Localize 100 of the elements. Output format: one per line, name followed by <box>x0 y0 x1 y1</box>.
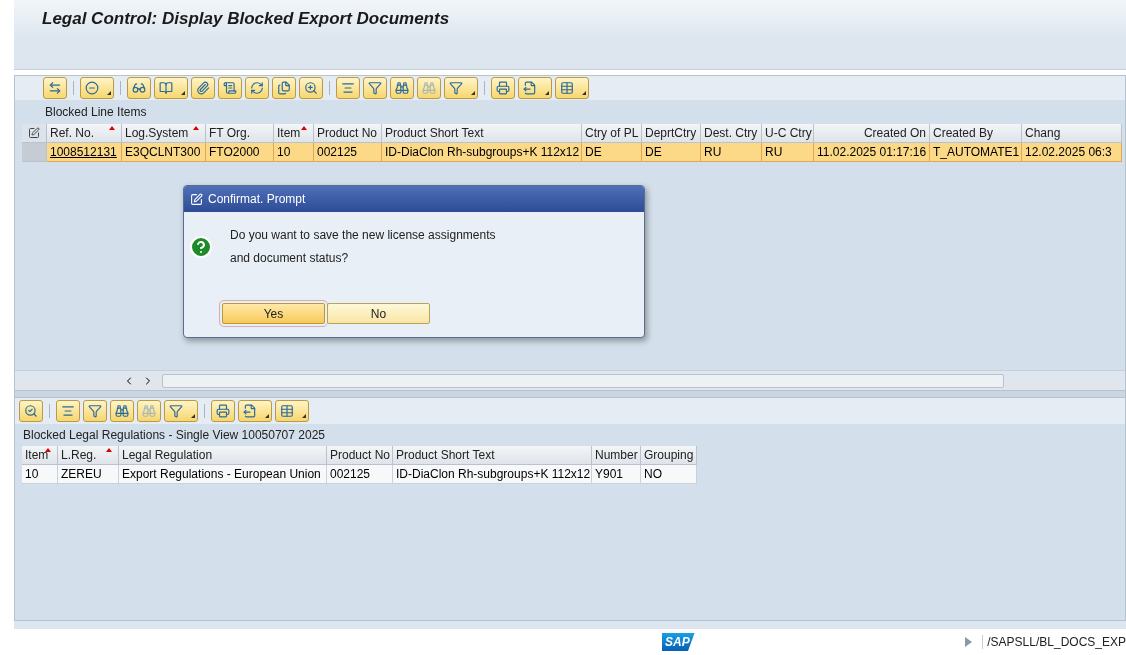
table-cell: 11.02.2025 01:17:16 <box>814 143 930 162</box>
column-header[interactable]: Product Short Text <box>393 446 592 465</box>
toolbar-button[interactable] <box>363 77 387 99</box>
reference-link[interactable]: 1008512131 <box>47 143 122 162</box>
refresh-icon <box>250 81 264 95</box>
scroll-icon <box>223 81 237 95</box>
toolbar-button[interactable] <box>154 77 188 99</box>
column-header[interactable]: Ctry of PL <box>582 124 642 143</box>
toolbar-button[interactable] <box>211 400 235 422</box>
toolbar-button[interactable] <box>127 77 151 99</box>
select-all-button[interactable] <box>22 124 47 143</box>
column-header[interactable]: Legal Regulation <box>119 446 327 465</box>
scrollbar-thumb[interactable] <box>162 373 1004 388</box>
table-cell: ZEREU <box>58 465 119 484</box>
toolbar-button[interactable] <box>80 77 114 99</box>
column-header[interactable]: FT Org. <box>206 124 274 143</box>
zoom-icon <box>304 81 318 95</box>
column-header[interactable]: Grouping <box>641 446 697 465</box>
table-cell: Y901 <box>592 465 641 484</box>
column-header[interactable]: Created By <box>930 124 1022 143</box>
layout-grid-icon <box>560 81 574 95</box>
column-header[interactable]: Number <box>592 446 641 465</box>
toolbar-button[interactable] <box>218 77 242 99</box>
toolbar-button[interactable] <box>245 77 269 99</box>
column-header[interactable]: U-C Ctry <box>762 124 814 143</box>
window-title: Legal Control: Display Blocked Export Documents <box>42 8 450 31</box>
column-header[interactable]: Ref. No. <box>47 124 122 143</box>
column-header[interactable]: Chang <box>1022 124 1122 143</box>
export-icon <box>523 81 537 95</box>
dropdown-arrow-icon <box>265 414 269 418</box>
binoculars-icon <box>395 81 409 95</box>
dialog-button[interactable]: Yes <box>222 303 325 324</box>
toolbar-button[interactable] <box>444 77 478 99</box>
toolbar-button[interactable] <box>110 400 134 422</box>
dropdown-arrow-icon <box>471 91 475 95</box>
toolbar-button[interactable] <box>19 400 43 422</box>
toolbar-button[interactable] <box>56 400 80 422</box>
dialog-title: Confirmat. Prompt <box>208 191 306 208</box>
column-header[interactable]: Created On <box>814 124 930 143</box>
toolbar-button[interactable] <box>272 77 296 99</box>
documents-icon <box>277 81 291 95</box>
table-cell: DE <box>582 143 642 162</box>
export-icon <box>243 404 257 418</box>
column-header[interactable]: Item <box>274 124 314 143</box>
sap-logo: SAP <box>662 633 695 651</box>
play-icon[interactable] <box>964 637 972 647</box>
toolbar-button[interactable] <box>164 400 198 422</box>
dropdown-arrow-icon <box>302 414 306 418</box>
toolbar-button[interactable] <box>83 400 107 422</box>
toolbar-button[interactable] <box>390 77 414 99</box>
table-cell: RU <box>762 143 814 162</box>
table-cell: Export Regulations - European Union <box>119 465 327 484</box>
toolbar-button[interactable] <box>555 77 589 99</box>
toolbar-button[interactable] <box>336 77 360 99</box>
table-cell: DE <box>642 143 701 162</box>
table-cell: NO <box>641 465 697 484</box>
toolbar-button[interactable] <box>275 400 309 422</box>
question-icon <box>189 234 213 259</box>
column-header[interactable]: Product No <box>314 124 382 143</box>
column-header[interactable]: L.Reg. <box>58 446 119 465</box>
filter-icon <box>169 404 183 418</box>
dropdown-arrow-icon <box>107 91 111 95</box>
binoculars-icon <box>115 404 129 418</box>
table-cell: ID-DiaClon Rh-subgroups+K 112x12 <box>393 465 592 484</box>
table-cell: T_AUTOMATE1 <box>930 143 1022 162</box>
toolbar-button[interactable] <box>491 77 515 99</box>
zoom-icon <box>24 404 38 418</box>
minus-circle-icon <box>85 81 99 95</box>
toolbar-button[interactable] <box>43 77 67 99</box>
dropdown-arrow-icon <box>191 414 195 418</box>
filter-icon <box>449 81 463 95</box>
toolbar-button[interactable] <box>299 77 323 99</box>
table-cell: ID-DiaClon Rh-subgroups+K 112x12 <box>382 143 582 162</box>
table-title: Blocked Line Items <box>45 104 147 121</box>
toolbar-button[interactable] <box>191 77 215 99</box>
printer-icon <box>496 81 510 95</box>
table-cell: 12.02.2025 06:3 <box>1022 143 1122 162</box>
sort-indicator-icon <box>106 448 112 452</box>
table-cell: E3QCLNT300 <box>122 143 206 162</box>
paperclip-icon <box>196 81 210 95</box>
toolbar-button[interactable] <box>238 400 272 422</box>
dialog-message: and document status? <box>230 250 350 267</box>
sort-indicator-icon <box>301 126 307 130</box>
column-header[interactable]: Product Short Text <box>382 124 582 143</box>
sort-indicator-icon <box>193 126 199 130</box>
column-header[interactable]: Log.System <box>122 124 206 143</box>
glasses-icon <box>132 81 146 95</box>
column-header[interactable]: Dest. Ctry <box>701 124 762 143</box>
layout-grid-icon <box>280 404 294 418</box>
printer-icon <box>216 404 230 418</box>
toolbar-button[interactable] <box>518 77 552 99</box>
column-header[interactable]: DeprtCtry <box>642 124 701 143</box>
column-header[interactable]: Product No <box>327 446 393 465</box>
table-cell: RU <box>701 143 762 162</box>
table-cell: 10 <box>22 465 58 484</box>
dialog-button[interactable]: No <box>327 303 430 324</box>
column-header[interactable]: Item <box>22 446 58 465</box>
transaction-code: /SAPSLL/BL_DOCS_EXP <box>987 634 1126 651</box>
sort-indicator-icon <box>109 126 115 130</box>
dialog-message: Do you want to save the new license assignments <box>230 227 496 244</box>
